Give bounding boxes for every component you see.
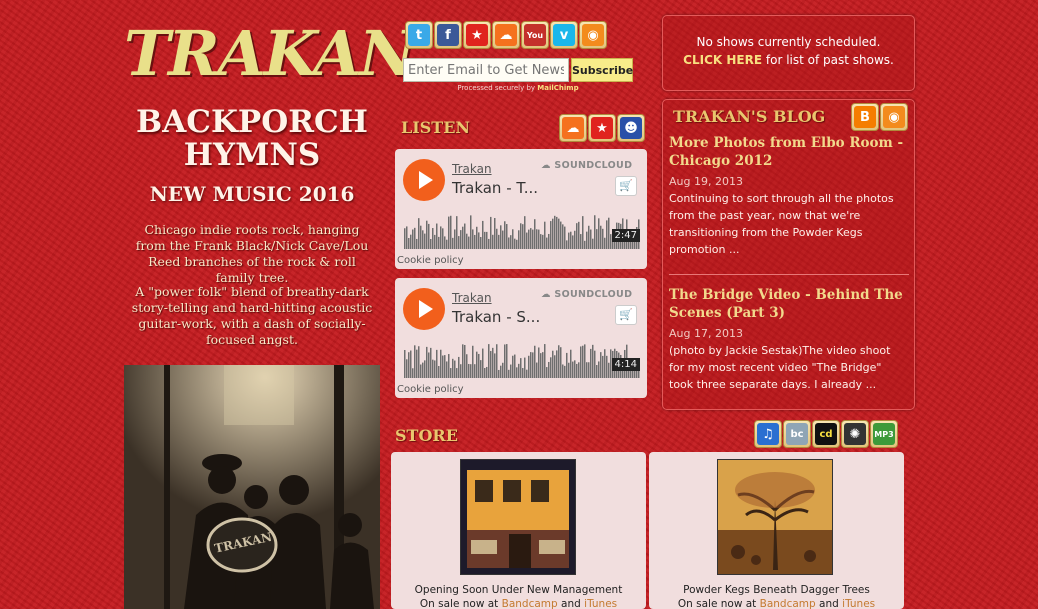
email-input[interactable] — [403, 58, 569, 82]
post-title-link[interactable]: The Bridge Video - Behind The Scenes (Pa… — [669, 286, 909, 322]
post-excerpt: (photo by Jackie Sestak)The video shoot … — [669, 344, 891, 391]
vimeo-icon[interactable]: v — [550, 21, 578, 49]
soundcloud-player: Trakan Trakan - S... ☁ SOUNDCLOUD 🛒 4:14… — [395, 278, 647, 398]
trakan-logo[interactable]: TRAKAN — [124, 8, 416, 100]
twitter-icon[interactable]: t — [405, 21, 433, 49]
cart-icon[interactable]: 🛒 — [615, 305, 637, 325]
reverbnation-icon[interactable]: ★ — [588, 114, 616, 142]
album-title-line-2: HYMNS — [183, 137, 321, 173]
artist-link[interactable]: Trakan — [452, 162, 492, 176]
bandcamp-icon[interactable]: bc — [783, 420, 811, 448]
rss-icon[interactable]: ◉ — [579, 21, 607, 49]
itunes-link[interactable]: iTunes — [842, 598, 875, 609]
myspace-icon[interactable]: ☻ — [617, 114, 645, 142]
youtube-icon[interactable]: You — [521, 21, 549, 49]
track-title[interactable]: Trakan - T... — [452, 179, 538, 197]
waveform[interactable] — [404, 213, 640, 253]
artist-link[interactable]: Trakan — [452, 291, 492, 305]
track-title[interactable]: Trakan - S... — [452, 308, 540, 326]
amazon-mp3-icon[interactable]: MP3 — [870, 420, 898, 448]
blog-icons: B ◉ — [851, 103, 908, 131]
cookie-policy-link[interactable]: Cookie policy — [397, 384, 464, 395]
store-album-card: Opening Soon Under New Management On sal… — [391, 452, 646, 609]
bio-paragraph-2: A "power folk" blend of breathy-dark sto… — [131, 284, 373, 347]
listen-heading: LISTEN — [401, 118, 471, 137]
blog-divider — [669, 274, 909, 275]
blog-post: The Bridge Video - Behind The Scenes (Pa… — [669, 286, 909, 393]
post-date: Aug 19, 2013 — [669, 175, 743, 188]
blog-heading: TRAKAN'S BLOG — [673, 107, 826, 126]
album-cover[interactable] — [460, 459, 576, 575]
track-duration: 4:14 — [611, 358, 640, 371]
bio-paragraph-1: Chicago indie roots rock, hanging from t… — [135, 222, 369, 285]
shows-none-text: No shows currently scheduled. — [696, 35, 881, 49]
new-music-heading: NEW MUSIC 2016 — [149, 182, 355, 206]
cookie-policy-link[interactable]: Cookie policy — [397, 255, 464, 266]
facebook-icon[interactable]: f — [434, 21, 462, 49]
blogger-icon[interactable]: B — [851, 103, 879, 131]
album-cover[interactable] — [717, 459, 833, 575]
itunes-icon[interactable]: ♫ — [754, 420, 782, 448]
soundcloud-icon[interactable]: ☁ — [559, 114, 587, 142]
reverbnation-store-icon[interactable]: ✺ — [841, 420, 869, 448]
album-name: Powder Kegs Beneath Dagger Trees — [683, 584, 870, 596]
rss-icon[interactable]: ◉ — [880, 103, 908, 131]
reverbnation-icon[interactable]: ★ — [463, 21, 491, 49]
album-sale-line: On sale now at Bandcamp and iTunes — [419, 598, 618, 609]
mailchimp-link[interactable]: MailChimp — [537, 84, 578, 92]
album-name: Opening Soon Under New Management — [414, 584, 623, 596]
album-title: BACKPORCH HYMNS — [124, 106, 380, 172]
click-here-link[interactable]: CLICK HERE — [683, 53, 762, 67]
cdbaby-icon[interactable]: cd — [812, 420, 840, 448]
play-button[interactable] — [403, 159, 445, 201]
itunes-link[interactable]: iTunes — [584, 598, 617, 609]
soundcloud-logo[interactable]: ☁ SOUNDCLOUD — [541, 160, 632, 171]
store-heading: STORE — [395, 426, 458, 445]
album-sale-line: On sale now at Bandcamp and iTunes — [677, 598, 876, 609]
post-excerpt: Continuing to sort through all the photo… — [669, 192, 894, 256]
logo-text: TRAKAN — [124, 17, 416, 90]
post-title-link[interactable]: More Photos from Elbo Room - Chicago 201… — [669, 134, 909, 170]
shows-panel: No shows currently scheduled. CLICK HERE… — [662, 15, 915, 91]
subscribe-button[interactable]: Subscribe — [571, 58, 633, 82]
waveform[interactable] — [404, 342, 640, 382]
play-button[interactable] — [403, 288, 445, 330]
bandcamp-link[interactable]: Bandcamp — [760, 598, 816, 609]
album-title-line-1: BACKPORCH — [136, 104, 368, 140]
cart-icon[interactable]: 🛒 — [615, 176, 637, 196]
track-duration: 2:47 — [611, 229, 640, 242]
store-icons: ♫ bc cd ✺ MP3 — [754, 420, 898, 448]
store-album-card: Powder Kegs Beneath Dagger Trees On sale… — [649, 452, 904, 609]
blog-post: More Photos from Elbo Room - Chicago 201… — [669, 134, 909, 258]
soundcloud-icon[interactable]: ☁ — [492, 21, 520, 49]
band-photo: TRAKAN — [124, 365, 380, 609]
social-icons-bar: t f ★ ☁ You v ◉ — [405, 21, 607, 49]
past-shows-line: CLICK HERE for list of past shows. — [683, 53, 894, 67]
post-date: Aug 17, 2013 — [669, 327, 743, 340]
blog-panel: TRAKAN'S BLOG B ◉ More Photos from Elbo … — [662, 99, 915, 410]
soundcloud-logo[interactable]: ☁ SOUNDCLOUD — [541, 289, 632, 300]
soundcloud-player: Trakan Trakan - T... ☁ SOUNDCLOUD 🛒 2:47… — [395, 149, 647, 269]
bandcamp-link[interactable]: Bandcamp — [502, 598, 558, 609]
listen-icons: ☁ ★ ☻ — [559, 114, 645, 142]
processed-note: Processed securely by MailChimp — [457, 84, 579, 92]
